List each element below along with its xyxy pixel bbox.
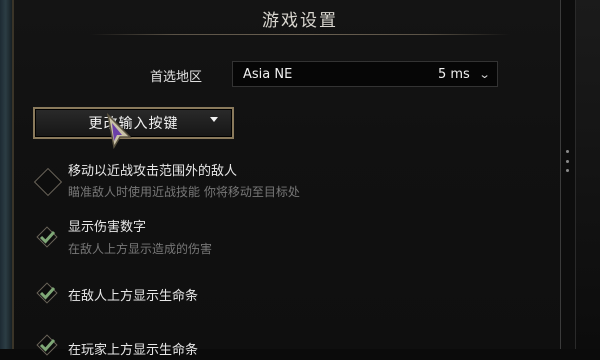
region-dropdown[interactable]: Asia NE 5 ms ⌄ [232, 61, 498, 87]
region-label: 首选地区 [150, 70, 203, 85]
player-health-bar-checkbox[interactable] [32, 330, 62, 360]
damage-numbers-description: 在敌人上方显示造成的伤害 [68, 242, 213, 256]
melee-move-description: 瞄准敌人时使用近战技能 你将移动至目标处 [68, 185, 300, 199]
corner-arrow-icon [210, 117, 218, 122]
checkmark-icon [36, 226, 58, 248]
title-divider [90, 34, 510, 35]
checkmark-icon [36, 282, 58, 304]
melee-move-title: 移动以近战攻击范围外的敌人 [68, 164, 238, 179]
left-frame-edge [0, 0, 14, 349]
enemy-health-bar-checkbox[interactable] [32, 278, 62, 308]
page-title: 游戏设置 [262, 11, 338, 31]
scrollbar-grip[interactable] [564, 150, 570, 172]
region-ping-value: 5 ms [437, 66, 470, 82]
enemy-health-bar-title: 在敌人上方显示生命条 [68, 289, 199, 304]
chevron-down-icon: ⌄ [478, 67, 491, 81]
checkmark-icon [36, 334, 58, 356]
right-frame-edge [575, 0, 600, 349]
region-selected-value: Asia NE [243, 66, 293, 82]
mouse-cursor-icon [106, 113, 132, 149]
scrollbar[interactable] [560, 0, 576, 349]
damage-numbers-checkbox[interactable] [32, 222, 62, 252]
damage-numbers-title: 显示伤害数字 [68, 220, 147, 235]
